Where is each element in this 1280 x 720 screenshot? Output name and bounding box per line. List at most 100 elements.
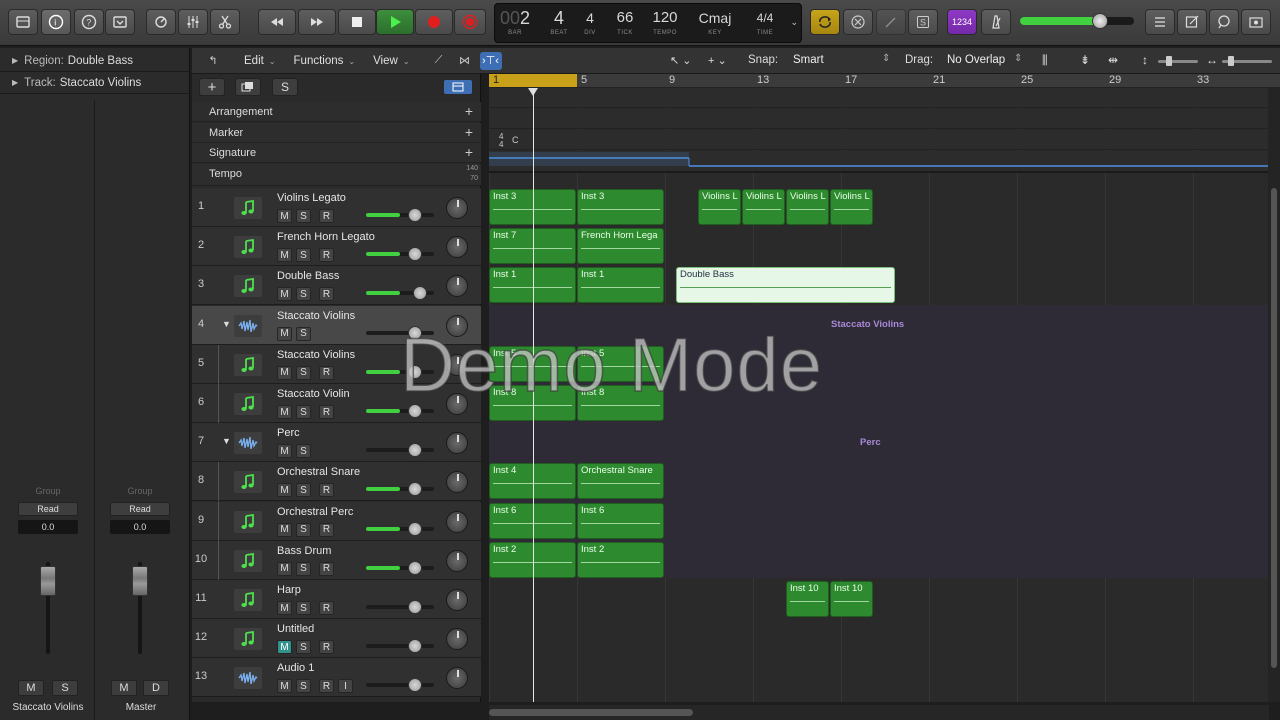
- global-solo-button[interactable]: S: [272, 78, 298, 96]
- volume-value[interactable]: 0.0: [110, 520, 170, 534]
- record-enable-button[interactable]: R: [319, 601, 334, 615]
- track-row[interactable]: 9 Orchestral Perc M S R: [192, 501, 481, 541]
- disclosure-triangle-icon[interactable]: ▶: [12, 56, 18, 65]
- volume-knob[interactable]: [408, 443, 422, 458]
- lcd-tempo[interactable]: 120 TEMPO: [645, 6, 685, 36]
- midi-region[interactable]: Inst 10: [786, 581, 829, 617]
- toolbar-toggle-button[interactable]: [105, 9, 135, 35]
- instrument-track-icon[interactable]: [234, 471, 262, 494]
- volume-slider[interactable]: [366, 443, 434, 458]
- audio-track-icon[interactable]: [234, 667, 262, 690]
- count-in-button[interactable]: 1234: [947, 9, 977, 35]
- mute-button[interactable]: M: [277, 209, 292, 223]
- snap-select[interactable]: Smart: [793, 54, 824, 66]
- stop-button[interactable]: [338, 9, 376, 35]
- solo-button[interactable]: S: [296, 248, 311, 263]
- volume-slider[interactable]: [366, 247, 434, 262]
- track-name[interactable]: Audio 1: [277, 662, 314, 674]
- record-enable-button[interactable]: R: [319, 640, 334, 655]
- marquee-tool-icon[interactable]: + ⌄: [708, 54, 727, 67]
- replace-mode-button[interactable]: [876, 9, 906, 35]
- mute-button[interactable]: M: [277, 561, 292, 576]
- lcd-display[interactable]: 002 BAR 4 BEAT 4 DIV 66 TICK 120 TEMPO C…: [494, 3, 802, 43]
- global-track-arrangement[interactable]: Arrangement +: [192, 102, 481, 122]
- volume-knob[interactable]: [408, 247, 422, 262]
- record-enable-button[interactable]: R: [319, 248, 334, 263]
- volume-slider[interactable]: [366, 560, 434, 575]
- volume-knob[interactable]: [413, 286, 427, 301]
- arrangement-lane[interactable]: [489, 88, 1269, 108]
- notepad-button[interactable]: [1177, 9, 1207, 35]
- lcd-key[interactable]: Cmaj KEY: [693, 6, 737, 36]
- track-name[interactable]: Orchestral Perc: [277, 506, 353, 518]
- instrument-track-icon[interactable]: [234, 628, 262, 651]
- midi-region[interactable]: Violins L: [698, 189, 741, 225]
- record-enable-button[interactable]: R: [319, 365, 334, 380]
- horizontal-zoom-icon[interactable]: ↔: [1206, 53, 1218, 67]
- midi-region[interactable]: Violins L: [830, 189, 873, 225]
- solo-button[interactable]: S: [296, 601, 311, 615]
- folder-disclosure-icon[interactable]: ▼: [222, 319, 231, 329]
- instrument-track-icon[interactable]: [234, 549, 262, 572]
- track-inspector-header[interactable]: ▶ Track: Staccato Violins: [0, 72, 189, 94]
- global-tracks-toggle[interactable]: [444, 80, 472, 94]
- instrument-track-icon[interactable]: [234, 275, 262, 298]
- track-name[interactable]: Staccato Violin: [277, 388, 350, 400]
- audio-track-icon[interactable]: [234, 432, 262, 455]
- track-row[interactable]: 7 ▼ Perc M S: [192, 423, 481, 463]
- track-name[interactable]: Staccato Violins: [277, 349, 355, 361]
- solo-button[interactable]: S: [296, 522, 311, 537]
- autopunch-button[interactable]: [843, 9, 873, 35]
- vertical-scroll-thumb[interactable]: [1271, 188, 1277, 668]
- track-row[interactable]: 11 Harp M S R: [192, 580, 481, 619]
- fast-forward-button[interactable]: [298, 9, 336, 35]
- master-volume-knob[interactable]: [1092, 13, 1108, 29]
- midi-region[interactable]: Inst 2: [577, 541, 664, 578]
- midi-region[interactable]: Violins L: [742, 189, 785, 225]
- cycle-button[interactable]: [810, 9, 840, 35]
- mute-button[interactable]: M: [18, 680, 44, 696]
- bar-ruler[interactable]: 1 5 9 13 17 21 25 29 33: [489, 74, 1280, 88]
- instrument-track-icon[interactable]: [234, 236, 262, 259]
- solo-mode-button[interactable]: S: [908, 9, 938, 35]
- automation-mode-button[interactable]: Read: [110, 502, 170, 516]
- record-enable-button[interactable]: R: [319, 679, 334, 694]
- add-track-button[interactable]: +: [199, 78, 225, 96]
- add-icon[interactable]: +: [465, 124, 473, 140]
- volume-slider[interactable]: [366, 678, 434, 693]
- track-row[interactable]: 2 French Horn Legato M S R: [192, 227, 481, 267]
- pan-knob[interactable]: [446, 667, 468, 690]
- fit-vertical-icon[interactable]: ⇟: [1080, 53, 1090, 67]
- volume-knob[interactable]: [408, 482, 422, 497]
- volume-knob[interactable]: [408, 521, 422, 536]
- record-enable-button[interactable]: R: [319, 483, 334, 498]
- volume-slider[interactable]: [366, 404, 434, 418]
- solo-button[interactable]: S: [296, 209, 311, 223]
- track-row[interactable]: 3 Double Bass M S R: [192, 266, 481, 306]
- volume-fader-cap[interactable]: [40, 566, 56, 596]
- vertical-scrollbar[interactable]: [1268, 88, 1280, 702]
- track-name[interactable]: Harp: [277, 584, 301, 596]
- solo-button[interactable]: S: [52, 680, 78, 696]
- fit-horizontal-icon[interactable]: ⇹: [1108, 53, 1118, 67]
- solo-button[interactable]: S: [296, 365, 311, 380]
- drag-select[interactable]: No Overlap: [947, 54, 1005, 66]
- smart-controls-button[interactable]: [146, 9, 176, 35]
- global-track-marker[interactable]: Marker +: [192, 123, 481, 143]
- track-row[interactable]: 13 Audio 1 MSRI: [192, 658, 481, 698]
- pan-knob[interactable]: [446, 471, 468, 494]
- add-icon[interactable]: +: [465, 103, 473, 119]
- vertical-zoom-slider[interactable]: [1158, 56, 1198, 66]
- group-slot[interactable]: Group: [18, 484, 78, 498]
- instrument-track-icon[interactable]: [234, 197, 262, 219]
- automation-mode-button[interactable]: Read: [18, 502, 78, 516]
- group-slot[interactable]: Group: [110, 484, 170, 498]
- automation-icon[interactable]: ⟋: [428, 52, 450, 70]
- global-track-tempo[interactable]: Tempo 140 70: [192, 164, 481, 186]
- add-icon[interactable]: +: [465, 144, 473, 160]
- editors-button[interactable]: [210, 9, 240, 35]
- volume-knob[interactable]: [408, 600, 422, 614]
- pointer-tool-icon[interactable]: ↖ ⌄: [670, 54, 692, 67]
- list-editors-button[interactable]: [1145, 9, 1175, 35]
- instrument-track-icon[interactable]: [234, 589, 262, 611]
